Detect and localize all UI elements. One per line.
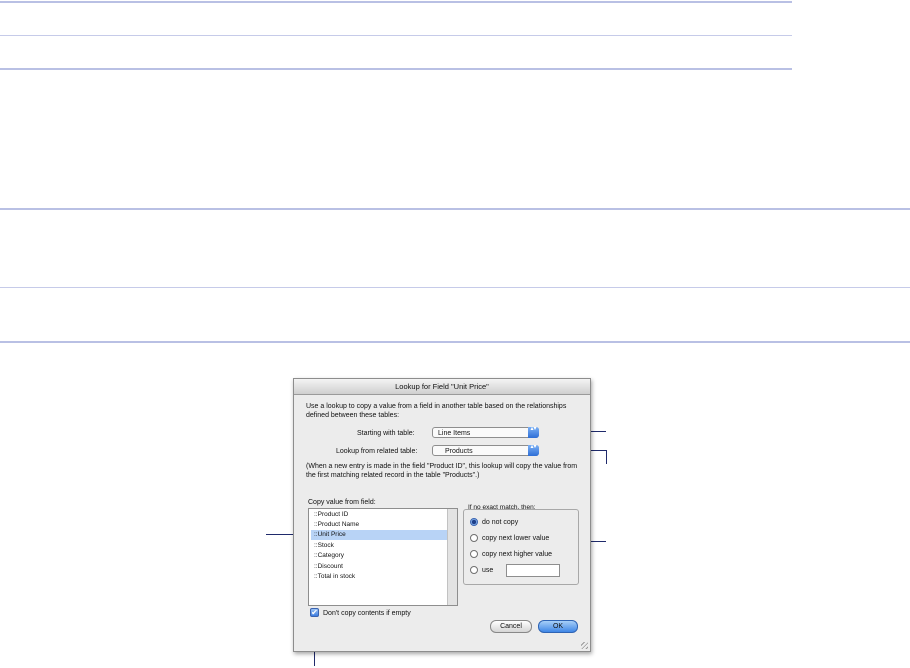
list-item[interactable]: ::Discount [311, 562, 447, 572]
popup-arrows-icon: ▴▾ [528, 426, 539, 438]
popup-arrows-icon: ▴▾ [528, 444, 539, 456]
related-table-label: Lookup from related table: [336, 448, 418, 455]
divider-rule [0, 1, 792, 3]
starting-table-value: Line Items [438, 430, 471, 437]
list-item[interactable]: ::Stock [311, 541, 447, 551]
radio-copy-next-higher-label: copy next higher value [482, 551, 553, 558]
divider-rule [0, 68, 792, 70]
no-match-group: do not copy copy next lower value copy n… [463, 509, 579, 585]
radio-copy-next-lower-label: copy next lower value [482, 535, 550, 542]
radio-use-label: use [482, 567, 494, 574]
list-item[interactable]: ::Category [311, 551, 447, 561]
list-item[interactable]: ::Product Name [311, 520, 447, 530]
radio-use[interactable] [470, 566, 478, 574]
source-field-list[interactable]: ::Product ID ::Product Name ::Unit Price… [308, 508, 458, 606]
radio-copy-next-lower[interactable] [470, 534, 478, 542]
divider-rule [0, 35, 792, 36]
resize-grip-icon[interactable] [581, 642, 588, 649]
list-item[interactable]: ::Total in stock [311, 572, 447, 582]
lookup-explanation: (When a new entry is made in the field "… [306, 463, 578, 479]
starting-table-label: Starting with table: [357, 430, 415, 437]
divider-rule [0, 341, 910, 343]
use-value-input[interactable] [506, 564, 560, 577]
cancel-button[interactable]: Cancel [490, 620, 532, 633]
divider-rule [0, 208, 910, 210]
related-table-select[interactable]: Products ▴▾ [432, 444, 539, 456]
dont-copy-label: Don't copy contents if empty [323, 610, 411, 617]
lookup-dialog: Lookup for Field "Unit Price" Use a look… [293, 378, 591, 652]
list-scrollbar[interactable] [447, 509, 457, 605]
radio-do-not-copy[interactable] [470, 518, 478, 526]
starting-table-select[interactable]: Line Items ▴▾ [432, 426, 539, 438]
copy-field-label: Copy value from field: [308, 499, 376, 506]
ok-button[interactable]: OK [538, 620, 578, 633]
dont-copy-checkbox[interactable]: ✔ [310, 608, 319, 617]
divider-rule [0, 287, 910, 288]
intro-text: Use a lookup to copy a value from a fiel… [306, 403, 567, 419]
related-table-value: Products [445, 448, 473, 455]
callout-line-related-table-drop [606, 450, 607, 464]
dialog-title: Lookup for Field "Unit Price" [294, 379, 590, 395]
radio-do-not-copy-label: do not copy [482, 519, 519, 526]
list-item[interactable]: ::Product ID [311, 510, 447, 520]
list-item-selected[interactable]: ::Unit Price [311, 530, 447, 540]
radio-copy-next-higher[interactable] [470, 550, 478, 558]
